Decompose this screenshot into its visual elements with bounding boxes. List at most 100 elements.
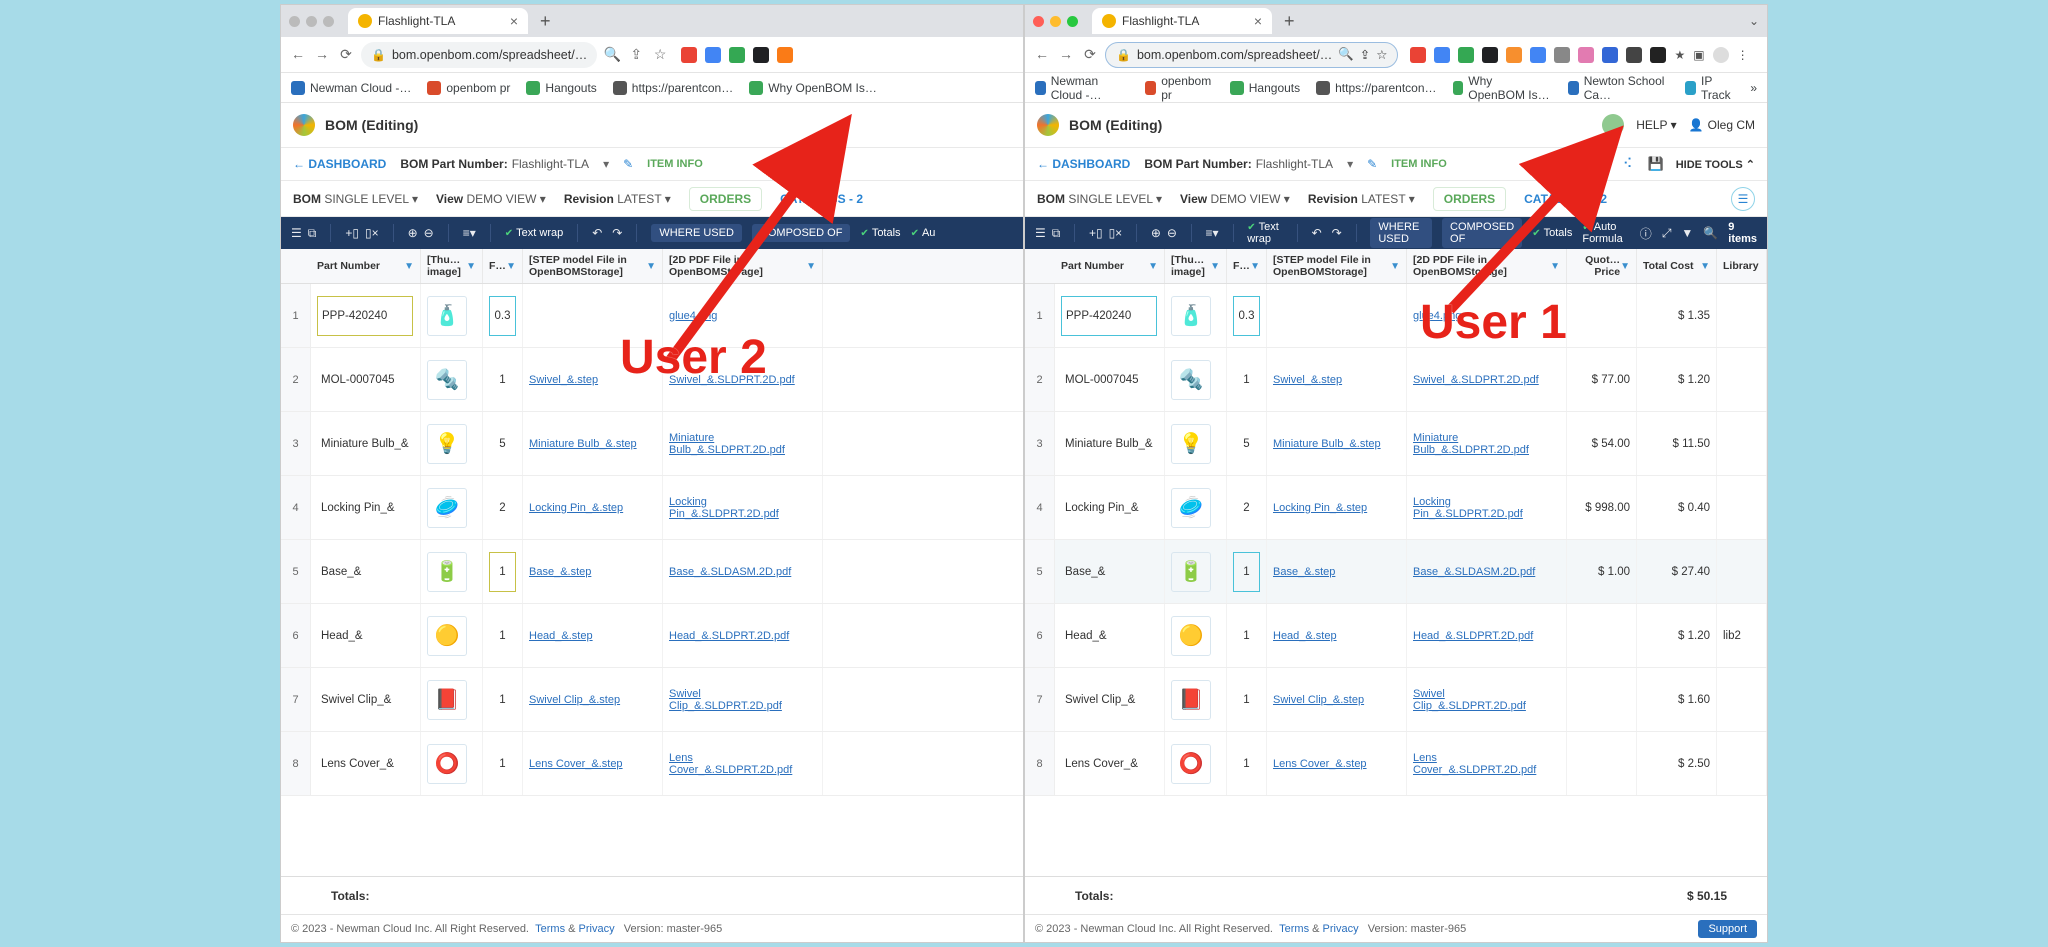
cell-qty[interactable]: 1 xyxy=(483,604,523,667)
star-icon[interactable]: ☆ xyxy=(651,46,669,64)
ext-icon[interactable] xyxy=(1506,47,1522,63)
cell-part-number[interactable]: Base_& xyxy=(1055,540,1165,603)
cell-qty[interactable]: 1 xyxy=(483,540,523,603)
col-part-number[interactable]: Part Number▼ xyxy=(1055,249,1165,283)
filter-icon[interactable]: ▼ xyxy=(506,261,516,272)
cell-price[interactable]: $ 54.00 xyxy=(1567,412,1637,475)
back-button[interactable]: ← xyxy=(1033,46,1051,64)
cell-step-file[interactable]: Swivel Clip_&.step xyxy=(523,668,663,731)
file-link[interactable]: Swivel_&.SLDPRT.2D.pdf xyxy=(1413,374,1539,386)
cell-step-file[interactable]: Lens Cover_&.step xyxy=(1267,732,1407,795)
file-link[interactable]: Miniature Bulb_&.SLDPRT.2D.pdf xyxy=(669,432,816,456)
table-row[interactable]: 8Lens Cover_&⭕1Lens Cover_&.stepLens Cov… xyxy=(1025,732,1767,796)
col-price[interactable]: Quot… Price▼ xyxy=(1567,249,1637,283)
file-link[interactable]: Miniature Bulb_&.step xyxy=(529,438,637,450)
file-link[interactable]: Locking Pin_&.step xyxy=(1273,502,1367,514)
profile-avatar-icon[interactable] xyxy=(1713,47,1729,63)
ext-icon[interactable] xyxy=(1602,47,1618,63)
share-icon[interactable]: ⠪ xyxy=(1620,156,1636,172)
bom-level-dropdown[interactable]: SINGLE LEVEL ▾ xyxy=(1068,192,1162,206)
cell-pdf-file[interactable]: glue4.png xyxy=(663,284,823,347)
tool-icon[interactable]: +▯ xyxy=(345,226,359,240)
new-tab-button[interactable]: + xyxy=(1278,11,1301,32)
cell-qty[interactable]: 1 xyxy=(483,348,523,411)
cell-pdf-file[interactable]: Swivel_&.SLDPRT.2D.pdf xyxy=(1407,348,1567,411)
cell-cost[interactable]: $ 0.40 xyxy=(1637,476,1717,539)
panel-icon[interactable]: ▣ xyxy=(1693,48,1704,62)
cell-thumb[interactable]: 📕 xyxy=(1165,668,1227,731)
undo-icon[interactable]: ↶ xyxy=(592,226,602,240)
browser-tab[interactable]: Flashlight-TLA × xyxy=(1092,8,1272,34)
cell-step-file[interactable]: Miniature Bulb_&.step xyxy=(523,412,663,475)
item-info-button[interactable]: ITEM INFO xyxy=(647,158,703,170)
ext-icon[interactable] xyxy=(729,47,745,63)
forward-button[interactable]: → xyxy=(313,46,331,64)
bookmark-item[interactable]: IP Track xyxy=(1685,74,1734,102)
cell-qty[interactable]: 1 xyxy=(1227,604,1267,667)
cell-cost[interactable]: $ 2.50 xyxy=(1637,732,1717,795)
file-link[interactable]: Lens Cover_&.SLDPRT.2D.pdf xyxy=(669,752,816,776)
file-link[interactable]: Lens Cover_&.SLDPRT.2D.pdf xyxy=(1413,752,1560,776)
ext-icon[interactable] xyxy=(753,47,769,63)
text-wrap-toggle[interactable]: Text wrap xyxy=(1247,221,1283,245)
cell-part-number[interactable]: PPP-420240 xyxy=(311,284,421,347)
cell-thumb[interactable]: 🔩 xyxy=(421,348,483,411)
text-wrap-toggle[interactable]: Text wrap xyxy=(505,227,563,239)
file-link[interactable]: Swivel_&.SLDPRT.2D.pdf xyxy=(669,374,795,386)
cell-part-number[interactable]: PPP-420240 xyxy=(1055,284,1165,347)
cell-qty[interactable]: 1 xyxy=(1227,668,1267,731)
bookmark-item[interactable]: https://parentcon… xyxy=(1316,81,1436,95)
cell-step-file[interactable]: Locking Pin_&.step xyxy=(523,476,663,539)
cell-step-file[interactable]: Miniature Bulb_&.step xyxy=(1267,412,1407,475)
ext-icon[interactable] xyxy=(1482,47,1498,63)
search-icon[interactable]: 🔍 xyxy=(1703,226,1718,240)
ext-icon[interactable] xyxy=(1578,47,1594,63)
table-row[interactable]: 6Head_&🟡1Head_&.stepHead_&.SLDPRT.2D.pdf… xyxy=(1025,604,1767,668)
file-link[interactable]: Miniature Bulb_&.SLDPRT.2D.pdf xyxy=(1413,432,1560,456)
file-link[interactable]: Locking Pin_&.SLDPRT.2D.pdf xyxy=(1413,496,1560,520)
auto-toggle[interactable]: Au xyxy=(911,227,936,239)
save-icon[interactable]: 💾 xyxy=(1648,156,1664,172)
cell-thumb[interactable]: 📕 xyxy=(421,668,483,731)
cell-part-number[interactable]: Swivel Clip_& xyxy=(311,668,421,731)
file-link[interactable]: Miniature Bulb_&.step xyxy=(1273,438,1381,450)
redo-icon[interactable]: ↷ xyxy=(1332,226,1342,240)
cell-part-number[interactable]: Base_& xyxy=(311,540,421,603)
cell-cost[interactable]: $ 1.20 xyxy=(1637,604,1717,667)
bookmarks-overflow-icon[interactable]: » xyxy=(1750,81,1757,95)
auto-formula-toggle[interactable]: Auto Formula xyxy=(1582,221,1629,245)
table-row[interactable]: 1PPP-420240🧴0.3glue4.png xyxy=(281,284,1023,348)
minimize-window-icon[interactable] xyxy=(306,16,317,27)
tool-icon[interactable]: ⊖ xyxy=(424,226,434,240)
edit-icon[interactable]: ✎ xyxy=(623,157,633,171)
cell-qty[interactable]: 1 xyxy=(483,732,523,795)
file-link[interactable]: glue4.png xyxy=(1413,310,1461,322)
bom-level-dropdown[interactable]: SINGLE LEVEL ▾ xyxy=(324,192,418,206)
cell-step-file[interactable]: Base_&.step xyxy=(523,540,663,603)
file-link[interactable]: Head_&.step xyxy=(529,630,593,642)
extensions-menu-icon[interactable]: ★ xyxy=(1674,48,1685,62)
cell-qty[interactable]: 1 xyxy=(1227,732,1267,795)
ext-icon[interactable] xyxy=(1434,47,1450,63)
cell-pdf-file[interactable]: Miniature Bulb_&.SLDPRT.2D.pdf xyxy=(1407,412,1567,475)
cell-cost[interactable]: $ 11.50 xyxy=(1637,412,1717,475)
tool-icon[interactable]: ☰ xyxy=(291,226,302,240)
col-thumb[interactable]: [Thu… image]▼ xyxy=(1165,249,1227,283)
file-link[interactable]: Swivel Clip_&.SLDPRT.2D.pdf xyxy=(1413,688,1560,712)
file-link[interactable]: Base_&.SLDASM.2D.pdf xyxy=(669,566,791,578)
cell-step-file[interactable]: Swivel Clip_&.step xyxy=(1267,668,1407,731)
file-link[interactable]: glue4.png xyxy=(669,310,717,322)
table-row[interactable]: 6Head_&🟡1Head_&.stepHead_&.SLDPRT.2D.pdf xyxy=(281,604,1023,668)
support-button[interactable]: Support xyxy=(1698,920,1757,938)
file-link[interactable]: Swivel Clip_&.SLDPRT.2D.pdf xyxy=(669,688,816,712)
tool-icon[interactable]: ▯× xyxy=(1109,226,1123,240)
ext-icon[interactable] xyxy=(681,47,697,63)
terms-link[interactable]: Terms xyxy=(1279,923,1309,935)
ext-icon[interactable] xyxy=(1650,47,1666,63)
maximize-window-icon[interactable] xyxy=(1067,16,1078,27)
cell-library[interactable] xyxy=(1717,284,1767,347)
bookmark-item[interactable]: https://parentcon… xyxy=(613,81,733,95)
minimize-window-icon[interactable] xyxy=(1050,16,1061,27)
col-part-number[interactable]: Part Number▼ xyxy=(311,249,421,283)
col-cost[interactable]: Total Cost▼ xyxy=(1637,249,1717,283)
